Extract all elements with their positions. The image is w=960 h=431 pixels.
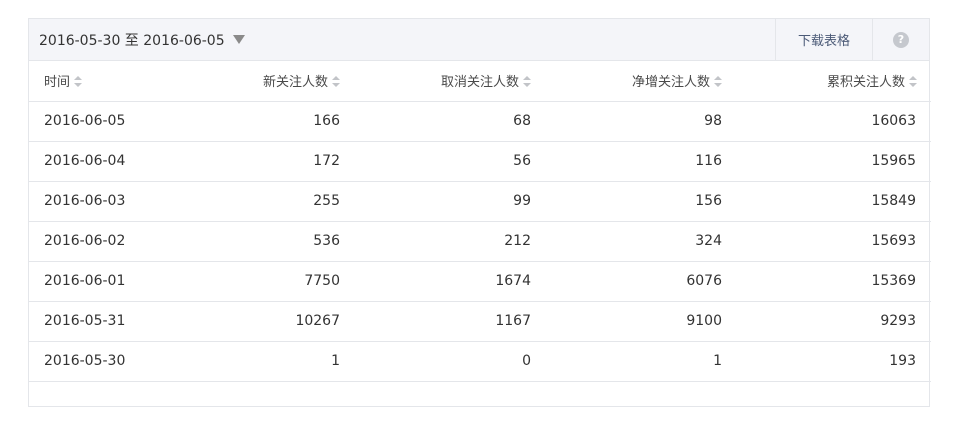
cell-new-followers: 166 xyxy=(216,101,356,142)
cell-cumulative: 9293 xyxy=(738,301,931,342)
cell-cumulative: 16063 xyxy=(738,101,931,142)
download-table-button[interactable]: 下载表格 xyxy=(775,19,872,60)
cell-unfollowers: 1167 xyxy=(356,301,547,342)
cell-net-growth: 1 xyxy=(547,341,738,382)
column-header-label: 新关注人数 xyxy=(262,75,328,91)
caret-down-icon xyxy=(232,35,245,44)
cell-cumulative: 15965 xyxy=(738,141,931,182)
table-row: 2016-06-02 536 212 324 15693 xyxy=(29,221,931,262)
cell-cumulative: 193 xyxy=(738,341,931,382)
cell-unfollowers: 1674 xyxy=(356,261,547,302)
cell-net-growth: 156 xyxy=(547,181,738,222)
cell-unfollowers: 99 xyxy=(356,181,547,222)
cell-new-followers: 536 xyxy=(216,221,356,262)
cell-unfollowers: 212 xyxy=(356,221,547,262)
sort-icon[interactable] xyxy=(74,76,83,88)
column-header-label: 时间 xyxy=(44,75,71,91)
help-button[interactable]: ? xyxy=(872,19,929,60)
cell-date: 2016-06-04 xyxy=(29,141,216,182)
table-row: 2016-05-31 10267 1167 9100 9293 xyxy=(29,301,931,342)
sort-icon[interactable] xyxy=(523,76,531,88)
table-row: 2016-06-04 172 56 116 15965 xyxy=(29,141,931,182)
column-header-cumulative[interactable]: 累积关注人数 xyxy=(738,61,931,102)
cell-net-growth: 98 xyxy=(547,101,738,142)
cell-date: 2016-06-02 xyxy=(29,221,216,262)
table-row: 2016-06-05 166 68 98 16063 xyxy=(29,101,931,142)
cell-unfollowers: 56 xyxy=(356,141,547,182)
question-mark-icon: ? xyxy=(893,31,909,48)
cell-new-followers: 10267 xyxy=(216,301,356,342)
cell-net-growth: 324 xyxy=(547,221,738,262)
column-header-label: 取消关注人数 xyxy=(440,75,519,91)
date-range-picker[interactable]: 2016-05-30 至 2016-06-05 xyxy=(29,19,245,60)
cell-cumulative: 15369 xyxy=(738,261,931,302)
cell-net-growth: 116 xyxy=(547,141,738,182)
table-row: 2016-05-30 1 0 1 193 xyxy=(29,341,931,382)
sort-icon[interactable] xyxy=(714,76,722,88)
followers-table: 时间 新关注人数 取消关注人数 净增关注人数 累积关注人数 2016-06-05 xyxy=(29,61,931,382)
table-toolbar: 2016-05-30 至 2016-06-05 下载表格 ? xyxy=(29,19,929,61)
cell-cumulative: 15849 xyxy=(738,181,931,222)
column-header-new-followers[interactable]: 新关注人数 xyxy=(216,61,356,102)
cell-new-followers: 172 xyxy=(216,141,356,182)
table-row: 2016-06-03 255 99 156 15849 xyxy=(29,181,931,222)
data-table-panel: 2016-05-30 至 2016-06-05 下载表格 ? 时间 新关注人数 xyxy=(28,18,931,407)
cell-date: 2016-06-01 xyxy=(29,261,216,302)
cell-net-growth: 9100 xyxy=(547,301,738,342)
sort-icon[interactable] xyxy=(332,76,340,88)
toolbar-actions: 下载表格 ? xyxy=(775,19,929,60)
cell-date: 2016-06-03 xyxy=(29,181,216,222)
column-header-label: 累积关注人数 xyxy=(826,75,905,91)
cell-net-growth: 6076 xyxy=(547,261,738,302)
column-header-net-growth[interactable]: 净增关注人数 xyxy=(547,61,738,102)
cell-date: 2016-05-31 xyxy=(29,301,216,342)
date-range-label: 2016-05-30 至 2016-06-05 xyxy=(39,32,225,49)
column-header-date[interactable]: 时间 xyxy=(29,61,216,102)
column-header-label: 净增关注人数 xyxy=(631,75,710,91)
cell-cumulative: 15693 xyxy=(738,221,931,262)
cell-date: 2016-06-05 xyxy=(29,101,216,142)
cell-new-followers: 7750 xyxy=(216,261,356,302)
cell-unfollowers: 68 xyxy=(356,101,547,142)
cell-unfollowers: 0 xyxy=(356,341,547,382)
cell-new-followers: 255 xyxy=(216,181,356,222)
table-row: 2016-06-01 7750 1674 6076 15369 xyxy=(29,261,931,302)
sort-icon[interactable] xyxy=(909,76,917,88)
column-header-unfollowers[interactable]: 取消关注人数 xyxy=(356,61,547,102)
table-header-row: 时间 新关注人数 取消关注人数 净增关注人数 累积关注人数 xyxy=(29,61,931,102)
cell-new-followers: 1 xyxy=(216,341,356,382)
cell-date: 2016-05-30 xyxy=(29,341,216,382)
